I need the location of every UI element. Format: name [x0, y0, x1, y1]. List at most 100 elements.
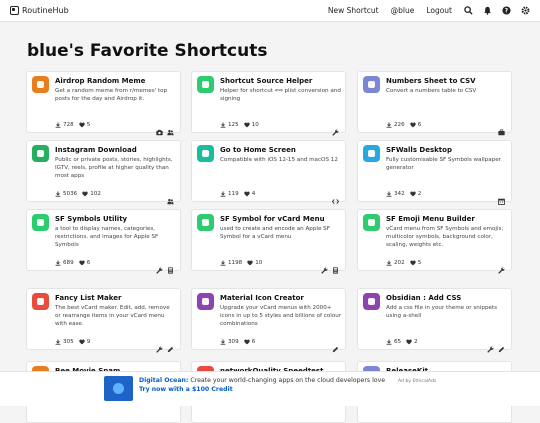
shortcut-name[interactable]: SF Symbols Utility	[55, 215, 127, 223]
shortcut-app-icon	[32, 76, 49, 93]
shortcut-description: Add a css file in your theme or snippets…	[386, 305, 498, 320]
shortcut-stats: 119 4	[220, 191, 260, 197]
shortcut-category-icons	[152, 338, 174, 353]
download-count: 226	[394, 122, 405, 128]
shortcut-description: Compatible with iOS 12-15 and macOS 12	[220, 157, 338, 163]
heart-count: 5	[417, 260, 422, 266]
shortcut-stats: 226 6	[386, 122, 426, 128]
ad-image[interactable]	[104, 376, 133, 401]
shortcut-stats: 65 2	[386, 339, 423, 345]
shortcut-card[interactable]: Airdrop Random Meme Get a random meme fro…	[26, 71, 181, 136]
download-count: 5036	[63, 191, 78, 197]
shortcut-card[interactable]: Instagram Download Public or private post…	[26, 140, 181, 205]
briefcase-icon	[498, 121, 505, 136]
shortcut-card[interactable]: SF Symbols Utility a tool to display name…	[26, 209, 181, 274]
shortcut-name[interactable]: Instagram Download	[55, 146, 137, 154]
shortcut-name[interactable]: Numbers Sheet to CSV	[386, 77, 476, 85]
download-count: 65	[394, 339, 402, 345]
pen-icon	[332, 338, 339, 353]
shortcut-app-icon	[197, 214, 214, 231]
heart-icon	[243, 339, 250, 345]
wrench-icon	[321, 259, 328, 274]
shortcut-category-icons	[152, 121, 174, 136]
shortcut-name[interactable]: Airdrop Random Meme	[55, 77, 145, 85]
shortcut-card[interactable]: SFWalls Desktop Fully customisable SF Sym…	[357, 140, 512, 205]
logout-link[interactable]: Logout	[426, 6, 452, 15]
heart-count: 4	[251, 191, 256, 197]
shortcut-name[interactable]: Go to Home Screen	[220, 146, 296, 154]
wrench-icon	[332, 121, 339, 136]
shortcut-name[interactable]: SFWalls Desktop	[386, 146, 452, 154]
heart-icon	[409, 191, 416, 197]
settings-icon[interactable]	[521, 6, 530, 15]
download-count: 125	[228, 122, 239, 128]
shortcut-name[interactable]: Shortcut Source Helper	[220, 77, 312, 85]
shortcut-card[interactable]: Shortcut Source Helper Helper for shortcu…	[191, 71, 346, 136]
heart-count: 2	[417, 191, 422, 197]
shortcut-card[interactable]: Go to Home Screen Compatible with iOS 12-…	[191, 140, 346, 204]
download-icon	[386, 260, 392, 266]
download-count: 119	[228, 191, 239, 197]
wrench-icon	[487, 338, 494, 353]
shortcut-category-icons	[328, 190, 340, 204]
shortcut-category-icons	[494, 190, 505, 205]
heart-icon	[409, 122, 416, 128]
download-icon	[220, 191, 226, 197]
bell-icon[interactable]	[483, 6, 492, 15]
download-count: 309	[228, 339, 239, 345]
shortcut-stats: 5036 102	[55, 191, 106, 197]
ad-text[interactable]: Digital Ocean: Create your world-changin…	[139, 377, 389, 394]
ad-cta[interactable]: Try now with a $100 Credit	[139, 386, 233, 393]
shortcut-card[interactable]: Obsidian : Add CSS Add a css file in your…	[357, 288, 512, 353]
heart-icon	[406, 339, 412, 345]
shortcut-category-icons	[317, 259, 339, 274]
shortcut-name[interactable]: SF Symbol for vCard Menu	[220, 215, 325, 223]
ad-attribution: Ad by EthicalAds	[398, 379, 437, 384]
heart-count: 6	[86, 260, 91, 266]
ad-banner[interactable]: Digital Ocean: Create your world-changin…	[0, 371, 540, 406]
download-icon	[55, 122, 61, 128]
shortcut-card[interactable]: Material Icon Creator Upgrade your vCard …	[191, 288, 346, 353]
download-icon	[220, 122, 226, 128]
heart-icon	[409, 260, 416, 266]
shortcut-category-icons	[483, 338, 505, 353]
brand-link[interactable]: RoutineHub	[10, 6, 69, 15]
shortcut-app-icon	[363, 145, 380, 162]
shortcut-card[interactable]: SF Symbol for vCard Menu used to create a…	[191, 209, 346, 274]
shortcut-stats: 689 6	[55, 260, 95, 266]
shortcut-stats: 1198 10	[220, 260, 267, 266]
heart-count: 6	[417, 122, 422, 128]
shortcut-card[interactable]: Fancy List Maker The best vCard maker. Ed…	[26, 288, 181, 353]
download-icon	[386, 122, 392, 128]
shortcut-app-icon	[32, 293, 49, 310]
shortcut-description: Get a random meme from r/memes' top post…	[55, 88, 168, 103]
shortcut-stats: 728 5	[55, 122, 95, 128]
heart-count: 102	[90, 191, 101, 197]
heart-count: 6	[251, 339, 256, 345]
shortcut-card[interactable]: Numbers Sheet to CSV Convert a numbers ta…	[357, 71, 512, 136]
shortcut-name[interactable]: Obsidian : Add CSS	[386, 294, 461, 302]
search-icon[interactable]	[464, 6, 473, 15]
profile-link[interactable]: @blue	[391, 6, 415, 15]
calculator-icon	[167, 259, 174, 274]
shortcut-card[interactable]: SF Emoji Menu Builder vCard menu from SF …	[357, 209, 512, 274]
shortcut-name[interactable]: SF Emoji Menu Builder	[386, 215, 475, 223]
pen-icon	[167, 338, 174, 353]
shortcut-app-icon	[197, 145, 214, 162]
download-icon	[55, 260, 61, 266]
shortcut-name[interactable]: Fancy List Maker	[55, 294, 121, 302]
download-count: 689	[63, 260, 74, 266]
shortcut-description: Public or private posts, stories, highli…	[55, 157, 173, 180]
shortcut-description: The best vCard maker. Edit, add, remove …	[55, 305, 170, 328]
heart-icon	[78, 122, 85, 128]
download-count: 305	[63, 339, 74, 345]
shortcut-category-icons	[328, 338, 339, 353]
help-icon[interactable]: ?	[502, 6, 511, 15]
shortcut-name[interactable]: Material Icon Creator	[220, 294, 304, 302]
shortcut-app-icon	[363, 293, 380, 310]
heart-count: 5	[86, 122, 91, 128]
shortcut-description: vCard menu from SF Symbols and emojis; m…	[386, 226, 504, 249]
shortcut-category-icons	[163, 190, 174, 205]
heart-icon	[78, 260, 85, 266]
new-shortcut-link[interactable]: New Shortcut	[328, 6, 379, 15]
